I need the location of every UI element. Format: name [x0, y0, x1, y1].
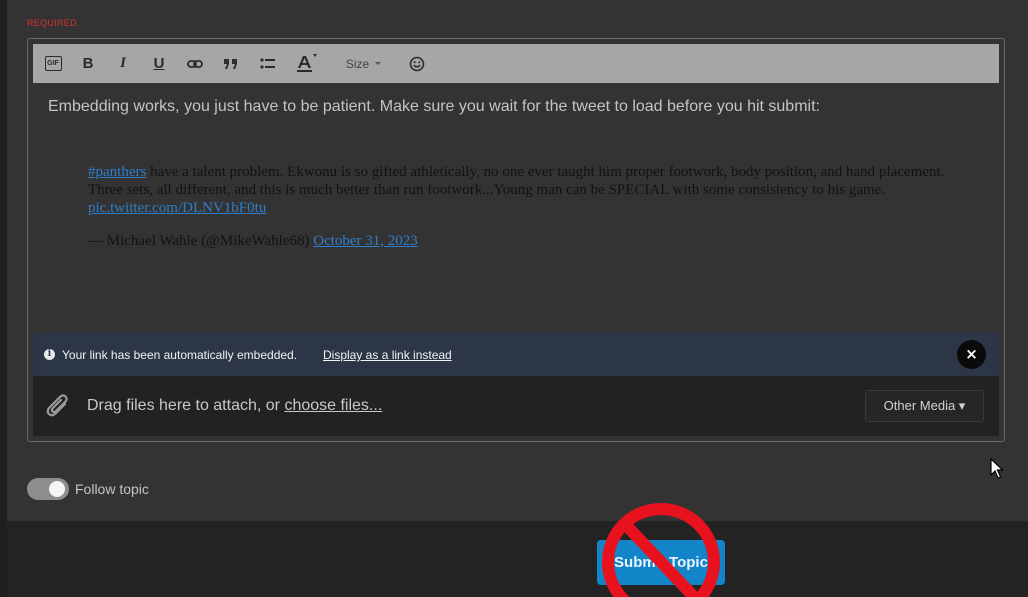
link-button[interactable]: [183, 44, 207, 83]
submit-topic-button[interactable]: Submit Topic: [597, 540, 725, 585]
bullet-list-button[interactable]: [255, 44, 279, 83]
bold-button[interactable]: B: [76, 44, 100, 83]
embed-notice-bar: i Your link has been automatically embed…: [33, 333, 999, 376]
italic-icon: I: [120, 55, 126, 71]
choose-files-link[interactable]: choose files...: [284, 397, 382, 414]
gif-icon: GIF: [44, 56, 62, 71]
underline-button[interactable]: U: [147, 44, 171, 83]
tweet-hashtag-link[interactable]: #panthers: [88, 164, 146, 180]
close-icon[interactable]: ×: [957, 340, 986, 369]
gif-button[interactable]: GIF: [40, 44, 66, 83]
tweet-text: have a talent problem. Ekwonu is so gift…: [88, 164, 945, 198]
attach-prefix: Drag files here to attach, or: [87, 397, 285, 414]
font-size-label: Size: [345, 56, 370, 71]
chevron-down-icon: [375, 61, 382, 65]
quote-icon: [224, 58, 237, 69]
post-body-text: Embedding works, you just have to be pat…: [48, 98, 820, 115]
text-color-button[interactable]: [291, 44, 321, 83]
attachment-dropzone[interactable]: Drag files here to attach, or choose fil…: [33, 376, 999, 436]
follow-topic-toggle[interactable]: [27, 478, 69, 500]
bold-icon: B: [82, 55, 94, 72]
italic-button[interactable]: I: [111, 44, 135, 83]
text-color-icon: [297, 53, 317, 72]
toggle-knob: [49, 481, 65, 497]
embedded-tweet: #panthers have a talent problem. Ekwonu …: [88, 163, 958, 217]
emoji-button[interactable]: [405, 44, 429, 83]
underline-icon: U: [153, 55, 165, 72]
font-size-select[interactable]: Size: [341, 44, 387, 83]
required-label: REQUIRED: [27, 18, 77, 28]
link-icon: [187, 59, 203, 68]
rich-text-editor: GIF B I U Size Embedding works, you just…: [27, 38, 1005, 442]
tweet-pic-link[interactable]: pic.twitter.com/DLNV1bF0tu: [88, 200, 266, 216]
tweet-attribution: — Michael Wahle (@MikeWahle68) October 3…: [88, 233, 418, 250]
other-media-button[interactable]: Other Media ▾: [865, 390, 984, 422]
tweet-author: — Michael Wahle (@MikeWahle68): [88, 233, 314, 249]
editor-toolbar: GIF B I U Size: [33, 44, 999, 83]
form-footer: [7, 521, 1028, 597]
mouse-cursor-icon: [990, 458, 1004, 479]
paperclip-icon: [46, 394, 68, 417]
embed-notice-message: Your link has been automatically embedde…: [62, 348, 298, 362]
emoji-icon: [409, 56, 425, 71]
attach-instructions: Drag files here to attach, or choose fil…: [87, 397, 382, 415]
tweet-date-link[interactable]: October 31, 2023: [313, 233, 418, 249]
editor-content[interactable]: Embedding works, you just have to be pat…: [33, 83, 999, 333]
display-as-link-button[interactable]: Display as a link instead: [323, 348, 452, 362]
left-gutter: [0, 0, 7, 597]
quote-button[interactable]: [219, 44, 243, 83]
info-icon: i: [44, 349, 55, 360]
bullet-list-icon: [259, 58, 275, 69]
gif-icon-label: GIF: [47, 60, 59, 67]
follow-topic-label: Follow topic: [75, 481, 149, 497]
